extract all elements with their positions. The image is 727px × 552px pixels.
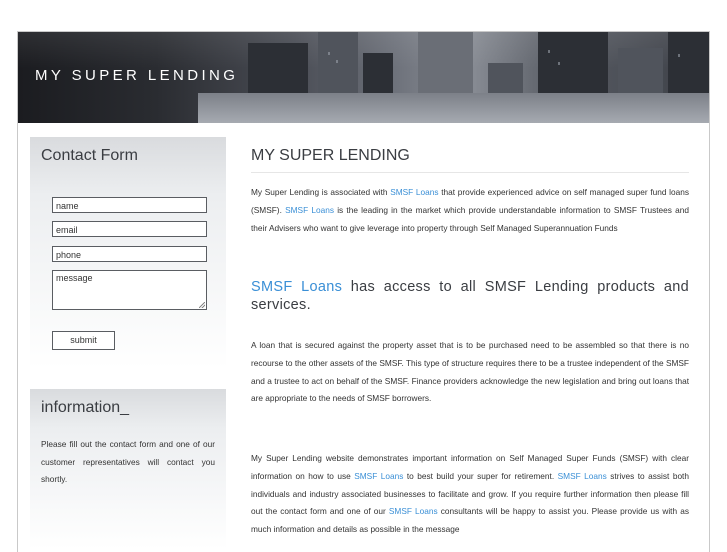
email-field[interactable]: email [52, 221, 207, 237]
page-frame: MY SUPER LENDING Contact Form name email… [17, 31, 710, 552]
submit-button[interactable]: submit [52, 331, 115, 350]
loan-structure-paragraph: A loan that is secured against the prope… [251, 340, 689, 404]
p3-text-b: to best build your super for retirement. [403, 470, 558, 481]
header-banner: MY SUPER LENDING [18, 32, 709, 123]
resize-grip-icon[interactable] [199, 302, 205, 308]
smsf-loans-link[interactable]: SMSF Loans [389, 506, 438, 516]
information-title: information_ [41, 399, 130, 416]
message-field-text: message [56, 273, 93, 283]
smsf-loans-link[interactable]: SMSF Loans [285, 205, 334, 215]
message-field[interactable]: message [52, 270, 207, 310]
p1-text-a: My Super Lending is associated with [251, 187, 391, 197]
smsf-loans-link[interactable]: SMSF Loans [558, 471, 607, 481]
intro-paragraph: My Super Lending is associated with SMSF… [251, 184, 689, 237]
section-subheading: SMSF Loans has access to all SMSF Lendin… [251, 278, 689, 314]
phone-field[interactable]: phone [52, 246, 207, 262]
site-title[interactable]: MY SUPER LENDING [35, 67, 238, 84]
information-text: Please fill out the contact form and one… [41, 439, 215, 484]
contact-form-title: Contact Form [41, 147, 138, 164]
website-info-paragraph: My Super Lending website demonstrates im… [251, 450, 689, 539]
smsf-loans-link[interactable]: SMSF Loans [390, 187, 438, 197]
contact-form-box: Contact Form name email phone message su… [30, 137, 226, 369]
smsf-loans-link[interactable]: SMSF Loans [251, 279, 342, 295]
title-divider [251, 172, 689, 173]
information-box: information_ Please fill out the contact… [30, 389, 226, 549]
name-field[interactable]: name [52, 197, 207, 213]
page-title: MY SUPER LENDING [251, 147, 410, 164]
smsf-loans-link[interactable]: SMSF Loans [354, 471, 403, 481]
